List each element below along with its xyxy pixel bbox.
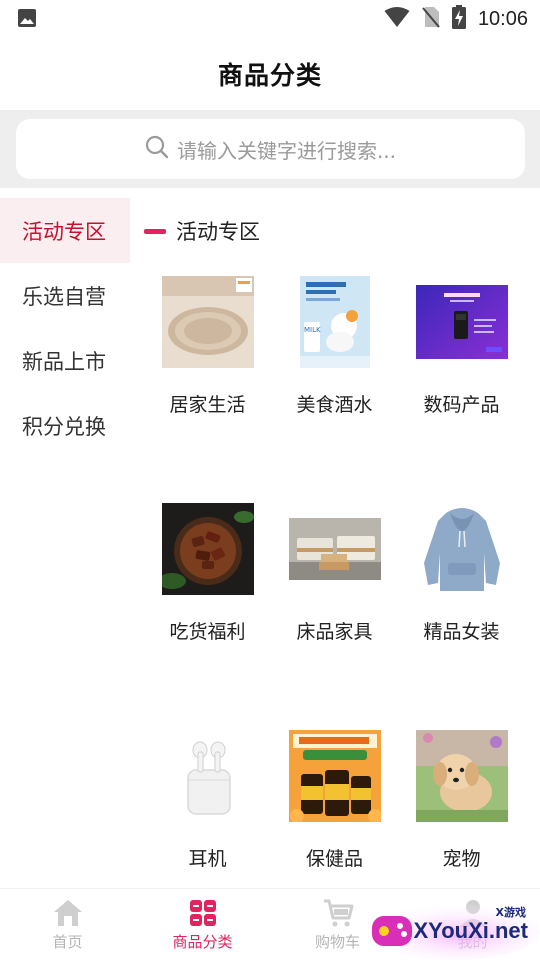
category-item-womens-fashion[interactable]: 精品女装 [398, 499, 525, 659]
category-item-earphones[interactable]: 耳机 [144, 726, 271, 886]
svg-text:MILK: MILK [304, 326, 321, 334]
category-item-label: 美食酒水 [296, 394, 373, 416]
category-item-label: 宠物 [442, 848, 481, 870]
search-area: 请输入关键字进行搜索... [0, 110, 540, 188]
round-rug-image [162, 276, 254, 368]
sidebar-item-label: 乐选自营 [22, 284, 106, 309]
sofa-image [289, 503, 381, 595]
search-placeholder: 请输入关键字进行搜索... [176, 138, 397, 163]
category-item-digital[interactable]: 数码产品 [398, 272, 525, 432]
hoodie-image [416, 503, 508, 595]
beef-jerky-image [162, 503, 254, 595]
category-item-bedding-furniture[interactable]: 床品家具 [271, 499, 398, 659]
sidebar-item-label: 新品上市 [22, 349, 106, 374]
cart-icon [322, 897, 354, 929]
category-item-label: 吃货福利 [169, 621, 246, 643]
status-bar: 10:06 [0, 0, 540, 38]
status-time: 10:06 [477, 7, 528, 30]
section-accent-bar [144, 228, 166, 234]
category-item-foodie-deals[interactable]: 吃货福利 [144, 499, 271, 659]
milk-drink-image: MILK [289, 276, 381, 368]
page-title: 商品分类 [217, 61, 322, 90]
category-item-food-drink[interactable]: MILK 美食酒水 [271, 272, 398, 432]
sidebar-item-new-arrivals[interactable]: 新品上市 [0, 328, 130, 393]
category-item-label: 耳机 [188, 848, 227, 870]
sidebar-item-self-operated[interactable]: 乐选自营 [0, 263, 130, 328]
wifi-icon [384, 6, 410, 32]
tab-home[interactable]: 首页 [0, 889, 135, 960]
category-item-health[interactable]: 保健品 [271, 726, 398, 886]
battery-charging-icon [451, 5, 466, 33]
sidebar-item-activity-zone[interactable]: 活动专区 [0, 198, 130, 263]
category-item-label: 数码产品 [423, 394, 500, 416]
home-icon [52, 897, 84, 929]
category-item-home-living[interactable]: 居家生活 [144, 272, 271, 432]
category-item-label: 精品女装 [423, 621, 500, 643]
vitamin-bottles-image [289, 730, 381, 822]
category-item-label: 居家生活 [169, 394, 246, 416]
image-icon [17, 8, 37, 28]
watermark-text: XYouXi.net [413, 918, 529, 943]
sidebar-item-points-exchange[interactable]: 积分兑换 [0, 393, 130, 458]
smartphone-image [416, 276, 508, 368]
puppy-image [416, 730, 508, 822]
category-sidebar: 活动专区 乐选自营 新品上市 积分兑换 [0, 198, 130, 458]
category-icon [187, 897, 219, 929]
search-input[interactable]: 请输入关键字进行搜索... [16, 119, 525, 179]
earbuds-image [162, 730, 254, 822]
sidebar-item-label: 积分兑换 [22, 414, 106, 439]
tab-categories[interactable]: 商品分类 [135, 889, 270, 960]
category-item-pets[interactable]: 宠物 [398, 726, 525, 886]
sidebar-item-label: 活动专区 [22, 219, 106, 244]
no-sim-icon [422, 6, 440, 32]
section-title: 活动专区 [176, 220, 260, 244]
watermark-logo: X游戏 XYouXi.net [368, 896, 540, 960]
tab-label: 首页 [52, 933, 83, 951]
section-header: 活动专区 [144, 216, 260, 246]
search-icon [145, 135, 169, 163]
title-bar: 商品分类 [0, 38, 540, 110]
category-item-label: 床品家具 [296, 621, 373, 643]
category-item-label: 保健品 [305, 848, 363, 870]
tab-label: 商品分类 [172, 933, 233, 951]
